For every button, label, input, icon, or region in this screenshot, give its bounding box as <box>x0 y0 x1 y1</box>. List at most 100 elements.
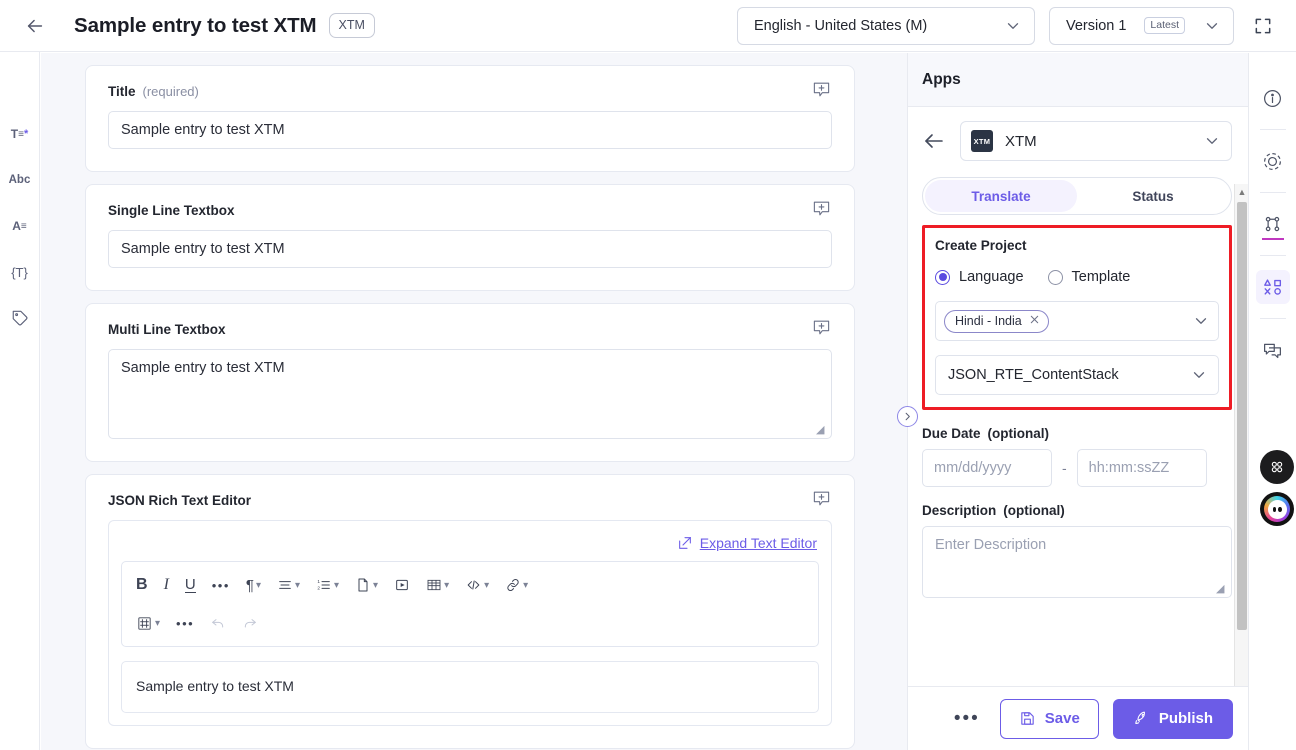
add-comment-icon[interactable] <box>812 489 834 511</box>
target-icon[interactable] <box>1256 144 1290 178</box>
description-label: Description <box>922 503 997 518</box>
bold-button[interactable]: B <box>128 570 156 600</box>
left-icon-rail: T ≡ * Abc A ≡ {T} <box>0 52 40 750</box>
info-icon[interactable] <box>1256 81 1290 115</box>
apps-back-arrow-icon[interactable] <box>922 129 946 153</box>
title-input[interactable]: Sample entry to test XTM <box>108 111 832 149</box>
expand-text-editor-link[interactable]: Expand Text Editor <box>700 535 817 551</box>
rich-text-icon[interactable]: A ≡ <box>6 212 34 240</box>
top-bar-actions: English - United States (M) Version 1 La… <box>737 6 1296 45</box>
due-date-input[interactable]: mm/dd/yyyy <box>922 449 1052 487</box>
field-card-title: Title (required) Sample entry to test XT… <box>85 65 855 172</box>
project-template-select[interactable]: JSON_RTE_ContentStack <box>935 355 1219 395</box>
field-label-text: JSON Rich Text Editor <box>108 493 252 508</box>
latest-badge: Latest <box>1144 17 1186 34</box>
more-options-button[interactable]: ••• <box>168 608 202 638</box>
save-button[interactable]: Save <box>999 698 1099 739</box>
fullscreen-icon[interactable] <box>1248 11 1278 41</box>
due-time-input[interactable]: hh:mm:ssZZ <box>1076 449 1207 487</box>
vertical-scroll-thumb[interactable] <box>1237 202 1247 630</box>
page-title: Sample entry to test XTM <box>74 13 317 37</box>
field-required-note: (required) <box>142 84 199 99</box>
entry-form-scroll-area[interactable]: Title (required) Sample entry to test XT… <box>41 53 907 750</box>
fragment-button[interactable]: ▾ <box>128 608 168 638</box>
version-selector-value: Version 1 <box>1066 17 1127 34</box>
content-type-chip[interactable]: XTM <box>328 13 375 38</box>
expand-text-editor-row: Expand Text Editor <box>121 531 819 561</box>
apps-panel-vertical-scrollbar[interactable]: ▲ ▼ <box>1234 184 1248 714</box>
paragraph-style-button[interactable]: ¶ ▾ <box>238 570 269 600</box>
single-line-textbox-input[interactable]: Sample entry to test XTM <box>108 230 832 268</box>
app-selector[interactable]: XTM XTM <box>960 121 1232 161</box>
scroll-up-arrow-icon[interactable]: ▲ <box>1235 184 1249 200</box>
multi-line-textbox-input[interactable]: Sample entry to test XTM ◢ <box>108 349 832 439</box>
comments-icon[interactable] <box>1256 333 1290 367</box>
code-button[interactable]: ▾ <box>457 570 497 600</box>
project-template-value: JSON_RTE_ContentStack <box>948 367 1119 383</box>
italic-button[interactable]: I <box>156 570 177 600</box>
apps-panel-title: Apps <box>908 53 1248 107</box>
svg-text:2: 2 <box>317 586 320 591</box>
publish-label: Publish <box>1158 710 1213 727</box>
rich-text-content[interactable]: Sample entry to test XTM <box>121 661 819 713</box>
radio-language-indicator <box>935 269 950 285</box>
radio-template-indicator <box>1047 269 1063 285</box>
avatar-face-icon <box>1267 499 1287 519</box>
ordered-list-button[interactable]: 1 2 ▾ <box>308 570 347 600</box>
add-comment-icon[interactable] <box>812 318 834 340</box>
radio-language[interactable]: Language <box>935 269 1024 285</box>
insert-table-button[interactable]: ▾ <box>418 570 457 600</box>
app-selector-row: XTM XTM <box>908 107 1248 161</box>
add-comment-icon[interactable] <box>812 199 834 221</box>
resize-grip-icon[interactable]: ◢ <box>1216 583 1228 595</box>
grid-menu-button[interactable] <box>1260 450 1294 484</box>
link-button[interactable]: ▾ <box>497 570 536 600</box>
field-card-multi-line-textbox: Multi Line Textbox Sample entry to test … <box>85 303 855 462</box>
version-selector[interactable]: Version 1 Latest <box>1049 6 1234 45</box>
assistant-avatar-button[interactable] <box>1260 492 1294 526</box>
rich-text-editor: Expand Text Editor B I U ••• ¶ ▾ ▾ 1 2 ▾ ▾ <box>108 520 832 726</box>
tag-icon[interactable] <box>6 304 34 332</box>
description-input[interactable]: Enter Description ◢ <box>922 526 1232 598</box>
field-label-text: Multi Line Textbox <box>108 322 226 337</box>
back-arrow-icon[interactable] <box>22 13 48 39</box>
insert-file-button[interactable]: ▾ <box>347 570 386 600</box>
avatar <box>1264 496 1290 522</box>
rail-divider <box>1259 192 1286 193</box>
undo-button[interactable] <box>202 608 234 638</box>
apps-icon[interactable] <box>1255 270 1290 304</box>
description-placeholder: Enter Description <box>935 537 1047 553</box>
locale-selector[interactable]: English - United States (M) <box>737 6 1035 45</box>
chevron-down-icon <box>1004 17 1022 35</box>
save-label: Save <box>1044 710 1080 727</box>
radio-template[interactable]: Template <box>1047 269 1130 285</box>
text-field-icon[interactable]: T ≡ * <box>6 120 34 148</box>
underline-button[interactable]: U <box>177 570 204 600</box>
json-icon[interactable]: {T} <box>6 258 34 286</box>
insert-embed-button[interactable] <box>386 570 418 600</box>
abc-icon[interactable]: Abc <box>6 166 34 194</box>
references-icon[interactable] <box>1256 207 1290 241</box>
field-label-text: Title <box>108 84 136 99</box>
language-multiselect[interactable]: Hindi - India <box>935 301 1219 341</box>
rail-divider <box>1259 129 1286 130</box>
publish-button[interactable]: Publish <box>1112 698 1233 739</box>
tab-translate[interactable]: Translate <box>925 180 1077 212</box>
resize-grip-icon[interactable]: ◢ <box>816 424 828 436</box>
more-actions-button[interactable]: ••• <box>948 708 986 730</box>
expand-arrow-icon[interactable] <box>677 535 693 551</box>
apps-panel: Apps XTM XTM Translate Status Create Pro… <box>907 53 1249 750</box>
close-icon[interactable] <box>1029 314 1040 328</box>
field-label: Multi Line Textbox <box>108 322 832 337</box>
text-align-button[interactable]: ▾ <box>269 570 308 600</box>
apps-tabs: Translate Status <box>922 177 1232 215</box>
avatar-eye-left <box>1272 506 1276 512</box>
xtm-logo-icon: XTM <box>971 130 993 152</box>
redo-button[interactable] <box>234 608 266 638</box>
more-text-styles-button[interactable]: ••• <box>204 570 238 600</box>
panel-collapse-toggle[interactable] <box>897 406 918 427</box>
create-project-highlight: Create Project Language Template Hindi -… <box>922 225 1232 410</box>
language-token: Hindi - India <box>944 309 1049 333</box>
tab-status[interactable]: Status <box>1077 180 1229 212</box>
add-comment-icon[interactable] <box>812 80 834 102</box>
